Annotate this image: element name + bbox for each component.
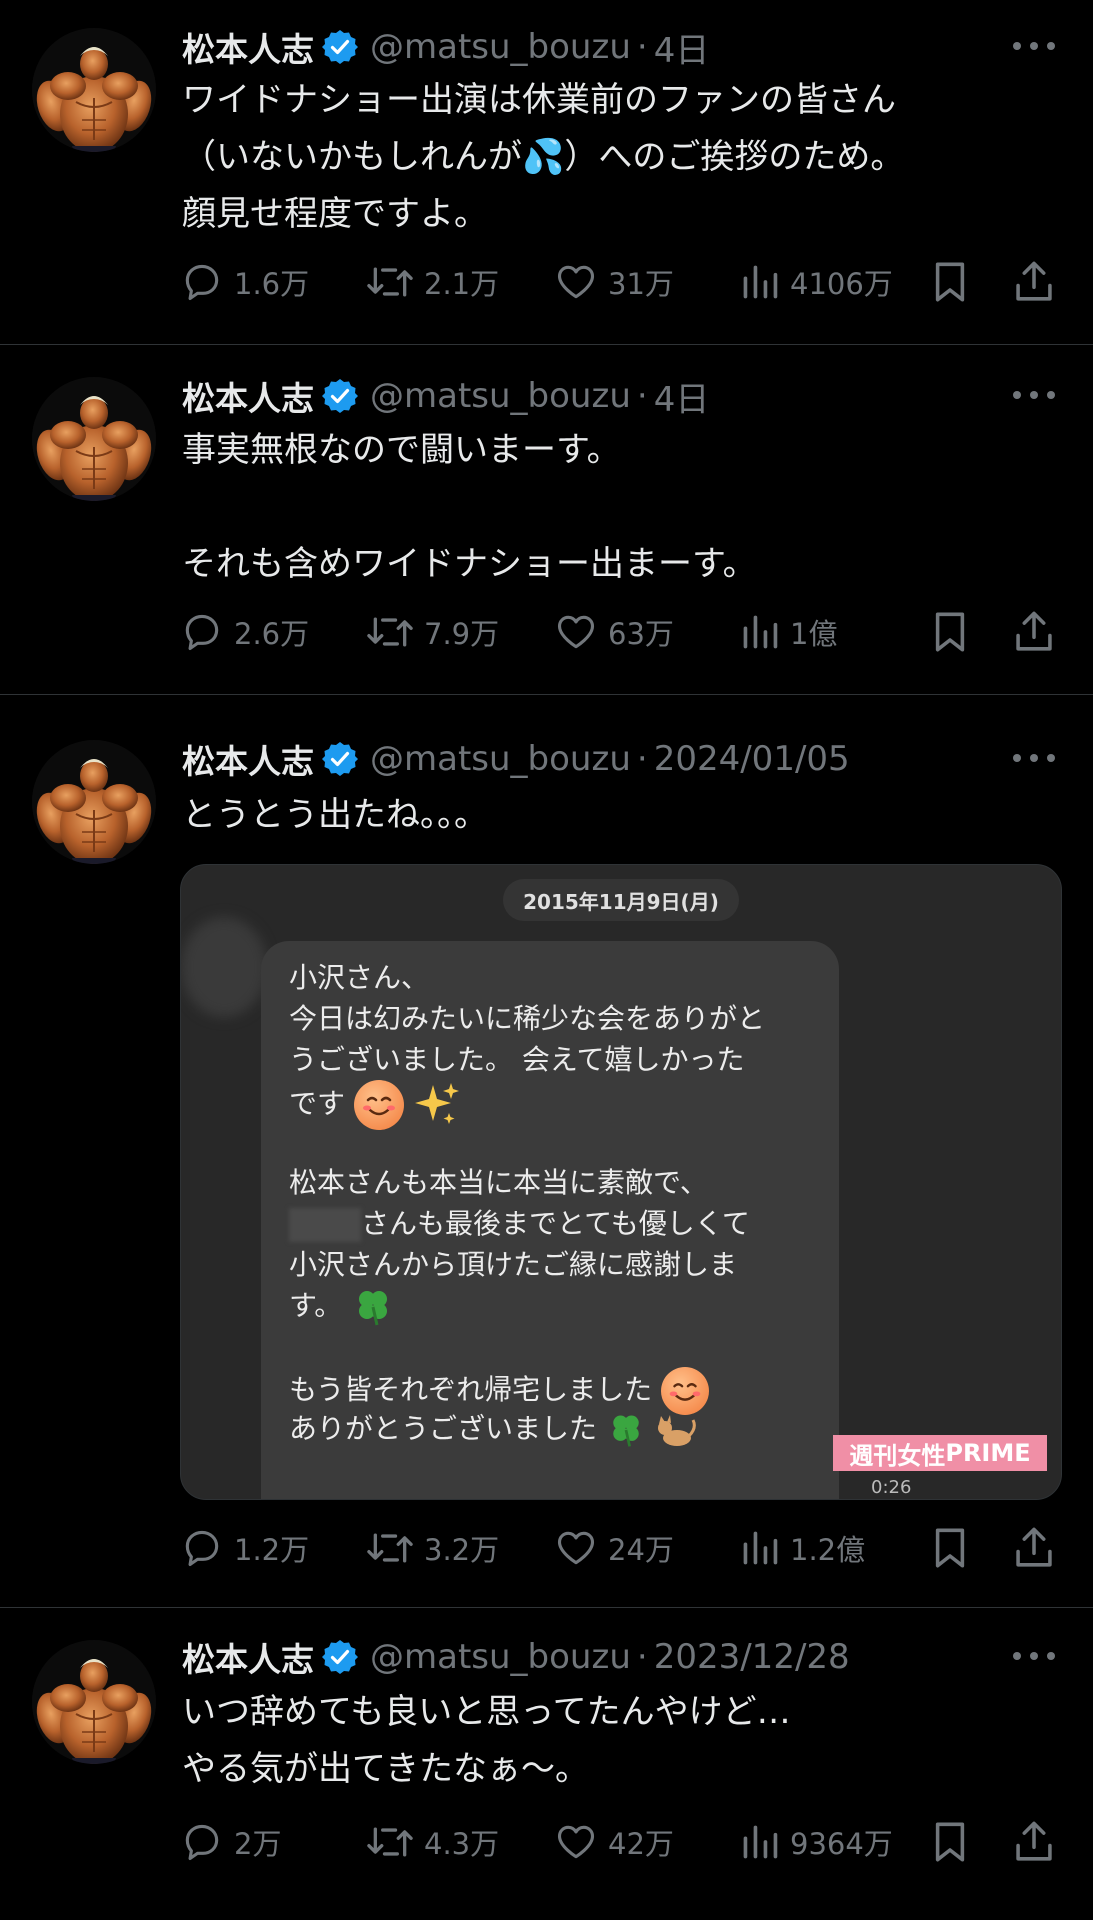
retweet-icon xyxy=(367,1827,413,1857)
tweet-text-line: いつ辞めても良いと思ってたんやけど… xyxy=(182,1692,791,1732)
heart-icon xyxy=(557,1825,595,1859)
bookmark-button[interactable] xyxy=(930,1524,970,1572)
verified-badge-icon xyxy=(322,741,358,777)
chat-date-pill: 2015年11月9日(月) xyxy=(503,879,739,921)
reply-count: 2万 xyxy=(234,1827,282,1861)
video-timestamp: 0:26 xyxy=(871,1477,912,1498)
watermark-text: 週刊女性 xyxy=(849,1441,946,1470)
views-count: 9364万 xyxy=(790,1827,893,1861)
verified-badge-icon xyxy=(322,1639,358,1675)
message-line: ありがとうございました xyxy=(289,1412,598,1445)
tweet[interactable]: 松本人志 @matsu_bouzu · 2023/12/28 いつ辞めても良いと… xyxy=(0,1608,1093,1920)
like-count: 24万 xyxy=(608,1533,674,1567)
message-line: 今日は幻みたいに稀少な会をありがと xyxy=(289,1002,766,1035)
retweet-count: 4.3万 xyxy=(424,1827,500,1861)
message-line: 松本さんも本当に本当に素敵で、 xyxy=(289,1166,708,1199)
share-icon xyxy=(1016,1821,1052,1861)
bookmark-button[interactable] xyxy=(930,1818,970,1866)
views-count: 1.2億 xyxy=(790,1533,866,1567)
tweet-header: 松本人志 @matsu_bouzu · 2023/12/28 xyxy=(182,1632,850,1682)
bookmark-icon xyxy=(935,1822,965,1862)
retweet-icon xyxy=(367,1533,413,1563)
user-handle[interactable]: @matsu_bouzu xyxy=(370,1637,631,1677)
reply-button[interactable]: 1.2万 xyxy=(180,1524,309,1572)
message-line-redacted: さんも最後までとても優しくて xyxy=(289,1203,829,1244)
message-line-with-emoji: もう皆それぞれ帰宅しました xyxy=(289,1367,829,1415)
retweet-count: 3.2万 xyxy=(424,1533,500,1567)
redacted-name-block xyxy=(289,1208,361,1242)
message-line: です xyxy=(289,1087,346,1120)
more-options-icon[interactable] xyxy=(1013,748,1055,768)
watermark-text: PRIME xyxy=(945,1439,1031,1467)
four-leaf-clover-emoji-icon xyxy=(613,1415,639,1447)
avatar[interactable] xyxy=(32,740,156,864)
blurred-avatar xyxy=(181,917,267,1017)
four-leaf-clover-emoji-icon xyxy=(359,1291,388,1326)
smiling-face-emoji-icon xyxy=(661,1367,710,1415)
heart-icon xyxy=(557,1531,595,1565)
tweet-date[interactable]: 2023/12/28 xyxy=(654,1637,850,1677)
tweet[interactable]: 松本人志 @matsu_bouzu · 2024/01/05 とうとう出たね。。… xyxy=(0,0,1093,1607)
separator: · xyxy=(636,739,648,779)
message-line-with-emoji: す。 xyxy=(289,1285,829,1326)
message-line-with-emoji: です xyxy=(289,1080,829,1130)
more-options-icon[interactable] xyxy=(1013,1646,1055,1666)
views-button[interactable]: 1.2億 xyxy=(740,1524,865,1572)
user-handle[interactable]: @matsu_bouzu xyxy=(370,739,631,779)
share-icon xyxy=(1016,1527,1052,1567)
retweet-button[interactable]: 3.2万 xyxy=(366,1524,499,1572)
tweet-text: とうとう出たね。。。 xyxy=(182,787,1062,844)
message-line: うございました。 会えて嬉しかった xyxy=(289,1043,745,1076)
message-line: もう皆それぞれ帰宅しました xyxy=(289,1373,653,1406)
reply-button[interactable]: 2万 xyxy=(180,1818,281,1866)
tweet-text-line: とうとう出たね。。。 xyxy=(182,795,488,835)
chat-message-text: 小沢さん、 今日は幻みたいに稀少な会をありがと うございました。 会えて嬉しかっ… xyxy=(289,957,829,1449)
tweet-text: いつ辞めても良いと思ってたんやけど… やる気が出てきたなぁ〜。 xyxy=(182,1684,1062,1798)
share-button[interactable] xyxy=(1012,1524,1056,1572)
like-count: 42万 xyxy=(608,1827,674,1861)
message-line: す。 xyxy=(289,1289,343,1322)
reply-icon xyxy=(185,1824,219,1861)
tweet-media-image[interactable]: 2015年11月9日(月) 小沢さん、 今日は幻みたいに稀少な会をありがと うご… xyxy=(180,864,1062,1500)
like-button[interactable]: 42万 xyxy=(554,1818,674,1866)
tweet-actions: 1.2万 3.2万 24万 1.2億 xyxy=(180,1524,1060,1572)
bookmark-icon xyxy=(935,1528,965,1568)
smiling-face-emoji-icon xyxy=(353,1080,404,1130)
message-line: 小沢さんから頂けたご縁に感謝しま xyxy=(289,1248,738,1281)
message-line: 小沢さん、 xyxy=(289,961,430,994)
reply-icon xyxy=(185,1530,219,1567)
avatar[interactable] xyxy=(32,1640,156,1764)
tweet-actions: 2万 4.3万 42万 9364万 xyxy=(180,1818,1060,1866)
tweet-date[interactable]: 2024/01/05 xyxy=(654,739,850,779)
retweet-button[interactable]: 4.3万 xyxy=(366,1818,499,1866)
reply-count: 1.2万 xyxy=(234,1533,310,1567)
tweet-header: 松本人志 @matsu_bouzu · 2024/01/05 xyxy=(182,734,850,784)
message-line: さんも最後までとても優しくて xyxy=(361,1207,750,1240)
display-name[interactable]: 松本人志 xyxy=(182,1633,314,1681)
like-button[interactable]: 24万 xyxy=(554,1524,674,1572)
views-chart-icon xyxy=(743,1531,778,1565)
display-name[interactable]: 松本人志 xyxy=(182,735,314,783)
tweet-text-line: やる気が出てきたなぁ〜。 xyxy=(182,1749,589,1789)
watermark-logo: 週刊女性 PRIME xyxy=(833,1435,1047,1471)
views-button[interactable]: 9364万 xyxy=(740,1818,893,1866)
separator: · xyxy=(636,1637,648,1677)
share-button[interactable] xyxy=(1012,1818,1056,1866)
message-line-with-emoji: ありがとうございました xyxy=(289,1408,829,1449)
views-chart-icon xyxy=(743,1825,778,1859)
cat-emoji-icon xyxy=(657,1415,696,1446)
sparkles-emoji-icon xyxy=(414,1083,459,1124)
